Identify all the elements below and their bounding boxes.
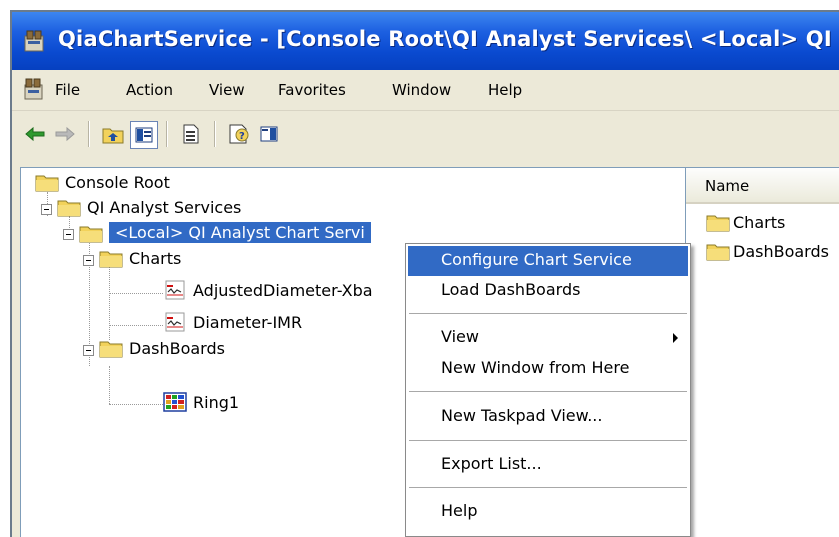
tree-node-chart-adjusted-diameter[interactable]: AdjustedDiameter-Xba xyxy=(163,278,373,302)
folder-icon xyxy=(99,248,123,268)
result-list-pane[interactable]: Name Charts DashBoards xyxy=(685,167,839,537)
collapse-toggle[interactable] xyxy=(83,255,94,266)
menu-item-export-list[interactable]: Export List... xyxy=(408,450,688,480)
tree-node-label: QI Analyst Services xyxy=(87,197,242,217)
tree-node-chart-diameter-imr[interactable]: Diameter-IMR xyxy=(163,310,302,334)
folder-icon xyxy=(706,212,730,232)
tree-node-label: Console Root xyxy=(65,172,170,192)
list-item-label: Charts xyxy=(733,212,786,232)
tree-node-dashboard-ring1[interactable]: Ring1 xyxy=(163,391,239,413)
folder-icon xyxy=(99,338,123,358)
list-item-charts[interactable]: Charts xyxy=(706,212,785,232)
tree-node-label: Charts xyxy=(129,248,182,268)
tree-node-console-root[interactable]: Console Root xyxy=(35,172,170,192)
mmc-app-icon xyxy=(22,28,48,58)
tree-connector xyxy=(109,325,163,326)
menu-favorites[interactable]: Favorites xyxy=(278,81,346,99)
tree-connector xyxy=(109,404,163,405)
svg-text:?: ? xyxy=(239,131,245,142)
folder-icon xyxy=(35,172,59,192)
control-chart-icon xyxy=(163,278,187,302)
menu-action[interactable]: Action xyxy=(126,81,173,99)
list-item-dashboards[interactable]: DashBoards xyxy=(706,241,829,261)
menu-item-new-taskpad-view[interactable]: New Taskpad View... xyxy=(408,402,688,432)
menu-separator xyxy=(409,440,687,441)
menu-item-configure-chart-service[interactable]: Configure Chart Service xyxy=(408,246,688,276)
folder-icon xyxy=(79,223,103,243)
collapse-toggle[interactable] xyxy=(41,204,52,215)
list-item-label: DashBoards xyxy=(733,241,829,261)
collapse-toggle[interactable] xyxy=(63,229,74,240)
menu-separator xyxy=(409,391,687,392)
column-header-label: Name xyxy=(705,177,750,195)
menu-bar: File Action View Favorites Window Help xyxy=(12,70,839,111)
menu-help[interactable]: Help xyxy=(488,81,522,99)
show-hide-tree-icon[interactable] xyxy=(130,121,158,149)
tree-node-charts[interactable]: Charts xyxy=(99,248,181,268)
tree-node-local-chart-service[interactable]: <Local> QI Analyst Chart Servi xyxy=(79,222,371,243)
collapse-toggle[interactable] xyxy=(83,345,94,356)
menu-item-help[interactable]: Help xyxy=(408,497,688,527)
menu-view[interactable]: View xyxy=(209,81,245,99)
title-bar[interactable]: QiaChartService - [Console Root\QI Analy… xyxy=(12,12,839,70)
tree-connector xyxy=(109,293,163,294)
toolbar-separator xyxy=(88,121,90,147)
menu-separator xyxy=(409,487,687,488)
menu-item-new-window-from-here[interactable]: New Window from Here xyxy=(408,354,688,384)
menu-file[interactable]: File xyxy=(55,81,80,99)
tree-connector xyxy=(109,266,110,340)
folder-icon xyxy=(706,241,730,261)
window-title: QiaChartService - [Console Root\QI Analy… xyxy=(58,27,839,51)
submenu-arrow-icon xyxy=(673,333,678,343)
tree-connector xyxy=(109,366,110,404)
tree-node-label: DashBoards xyxy=(129,338,225,358)
menu-window[interactable]: Window xyxy=(392,81,451,99)
tree-node-label-selected: <Local> QI Analyst Chart Servi xyxy=(109,222,371,243)
up-one-level-icon[interactable] xyxy=(100,121,126,147)
show-hide-action-pane-icon[interactable] xyxy=(256,121,282,147)
export-list-icon[interactable] xyxy=(178,121,204,147)
context-menu: Configure Chart Service Load DashBoards … xyxy=(405,243,691,537)
toolbar-separator xyxy=(166,121,168,147)
menu-separator xyxy=(409,313,687,314)
mmc-document-icon[interactable] xyxy=(22,76,46,106)
back-arrow-icon[interactable] xyxy=(22,121,48,147)
folder-icon xyxy=(57,197,81,217)
dashboard-grid-icon xyxy=(163,391,187,413)
toolbar-separator xyxy=(214,121,216,147)
tree-node-qi-analyst-services[interactable]: QI Analyst Services xyxy=(57,197,241,217)
tree-node-label: Ring1 xyxy=(193,392,240,412)
toolbar: ? xyxy=(12,111,839,157)
control-chart-icon xyxy=(163,310,187,334)
forward-arrow-icon[interactable] xyxy=(52,121,78,147)
tree-node-label: AdjustedDiameter-Xba xyxy=(193,280,373,300)
tree-node-label: Diameter-IMR xyxy=(193,312,303,332)
tree-node-dashboards[interactable]: DashBoards xyxy=(99,338,225,358)
menu-item-load-dashboards[interactable]: Load DashBoards xyxy=(408,276,688,306)
column-header-name[interactable]: Name xyxy=(686,168,839,204)
help-icon[interactable]: ? xyxy=(226,121,252,147)
menu-item-view[interactable]: View xyxy=(408,323,688,353)
